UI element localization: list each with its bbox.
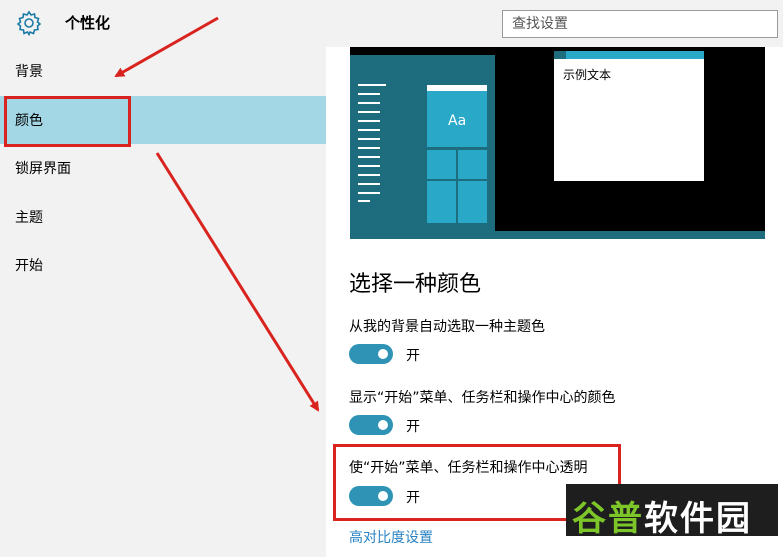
annotation-arrow bbox=[114, 16, 219, 78]
annotation-arrow bbox=[155, 152, 320, 412]
watermark-logo: 谷普软件园 bbox=[566, 484, 778, 539]
watermark-text: 谷普软件园 bbox=[572, 499, 752, 539]
annotation-arrows bbox=[114, 16, 320, 412]
